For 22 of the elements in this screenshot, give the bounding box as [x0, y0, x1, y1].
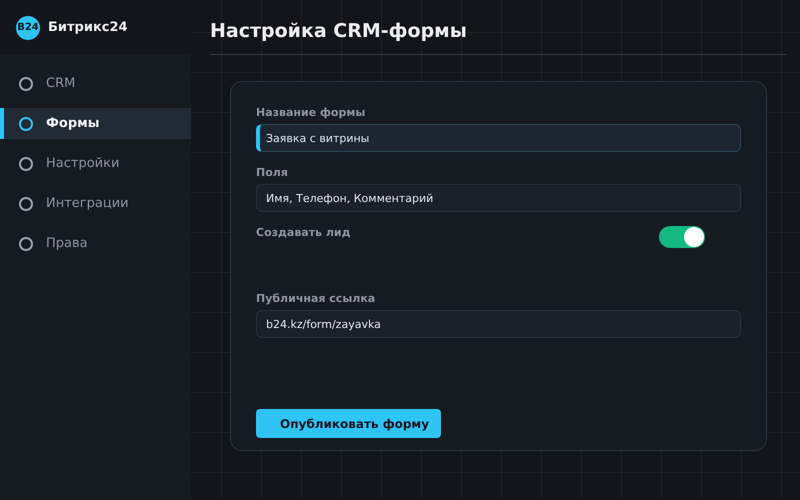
sidebar-item[interactable]: Интеграции: [0, 188, 191, 219]
circle-icon: [18, 116, 34, 132]
sidebar-item[interactable]: Формы: [0, 108, 191, 139]
sidebar-item[interactable]: CRM: [0, 68, 191, 99]
sidebar-item[interactable]: Настройки: [0, 148, 191, 179]
input-field[interactable]: b24.kz/form/zayavka: [256, 310, 741, 338]
input-field[interactable]: Заявка с витрины: [256, 124, 741, 152]
field-label: Создавать лид: [256, 226, 351, 239]
input-field[interactable]: Имя, Телефон, Комментарий: [256, 184, 741, 212]
circle-icon: [18, 76, 34, 92]
logo-icon: B24: [16, 16, 40, 40]
circle-icon: [18, 236, 34, 252]
publish-button[interactable]: Опубликовать форму: [256, 409, 442, 438]
field-label: Название формы: [256, 106, 366, 119]
field-label: Поля: [256, 166, 289, 179]
circle-icon: [18, 156, 34, 172]
circle-icon: [18, 196, 34, 212]
field-label: Публичная ссылка: [256, 292, 376, 305]
page-title: Настройка CRM-формы: [210, 20, 787, 55]
brand-name: Битрикс24: [48, 20, 128, 35]
toggle-switch[interactable]: [659, 226, 705, 248]
sidebar-item[interactable]: Права: [0, 228, 191, 259]
